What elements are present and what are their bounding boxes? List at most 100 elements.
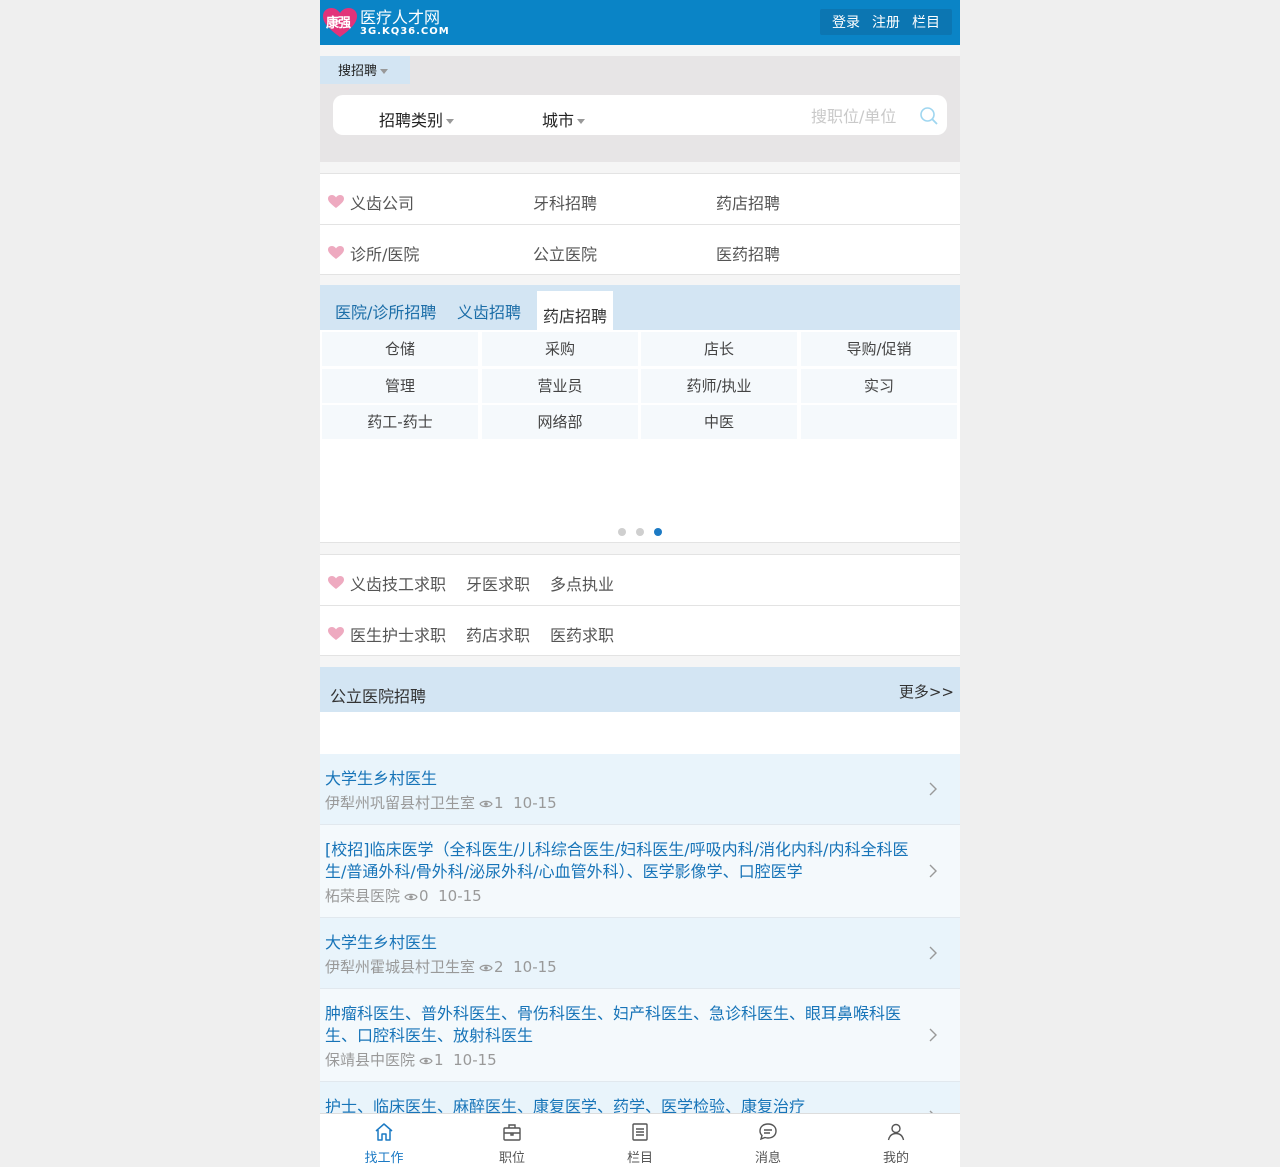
- header-links: 登录 注册 栏目: [820, 9, 952, 35]
- pager-dot[interactable]: [618, 528, 626, 536]
- briefcase-icon: [503, 1124, 521, 1141]
- seek-link[interactable]: 多点执业: [550, 571, 614, 595]
- heart-icon: [328, 625, 344, 644]
- quick-link[interactable]: 药店招聘: [716, 190, 780, 214]
- job-item[interactable]: 大学生乡村医生 伊犁州巩留县村卫生室 1 10-15: [320, 754, 960, 825]
- search-input[interactable]: [811, 105, 911, 127]
- logo-domain: 3G.KQ36.COM: [360, 25, 450, 37]
- heart-icon: [328, 193, 344, 212]
- logo-badge: 康强: [326, 16, 351, 31]
- caret-down-icon: [380, 69, 389, 74]
- category-cell[interactable]: 药工-药士: [322, 405, 478, 439]
- seek-links: 义齿技工求职 牙医求职 多点执业 医生护士求职 药店求职 医药求职: [320, 554, 960, 656]
- quick-link[interactable]: 医药招聘: [716, 241, 780, 265]
- quick-link[interactable]: 义齿公司: [350, 190, 414, 214]
- nav-label: 找工作: [364, 1151, 404, 1166]
- section-header: 公立医院招聘 更多>>: [320, 667, 960, 712]
- tab-pharmacy[interactable]: 药店招聘: [537, 291, 614, 330]
- category-panel: 医院/诊所招聘 义齿招聘 药店招聘 仓储 采购 店长 导购/促销 管理 营业员 …: [320, 285, 960, 543]
- nav-profile[interactable]: 我的: [832, 1114, 960, 1167]
- user-icon: [887, 1123, 905, 1141]
- section-title: 公立医院招聘: [330, 687, 427, 706]
- job-item[interactable]: 大学生乡村医生 伊犁州霍城县村卫生室 2 10-15: [320, 918, 960, 989]
- category-cell[interactable]: 管理: [322, 369, 478, 403]
- job-date: 10-15: [453, 1051, 497, 1069]
- category-cell[interactable]: 网络部: [482, 405, 638, 439]
- pager-dot-active[interactable]: [654, 528, 662, 536]
- pager-dot[interactable]: [636, 528, 644, 536]
- seek-link[interactable]: 牙医求职: [466, 571, 530, 595]
- quick-links-row: 诊所/医院 公立医院 医药招聘: [320, 224, 960, 274]
- search-icon[interactable]: [919, 106, 939, 130]
- category-tabs: 医院/诊所招聘 义齿招聘 药店招聘: [320, 285, 960, 330]
- city-select[interactable]: 城市: [542, 107, 586, 131]
- page: 康强 医疗人才网 3G.KQ36.COM 登录 注册 栏目 搜招聘 招聘类别 城…: [320, 0, 960, 1167]
- register-link[interactable]: 注册: [872, 12, 900, 32]
- category-cell[interactable]: 中医: [641, 405, 797, 439]
- site-logo[interactable]: 康强 医疗人才网 3G.KQ36.COM: [323, 8, 450, 38]
- menu-link[interactable]: 栏目: [912, 12, 940, 32]
- chevron-right-icon: [929, 1028, 937, 1042]
- seek-link[interactable]: 药店求职: [466, 622, 530, 646]
- job-list: 大学生乡村医生 伊犁州巩留县村卫生室 1 10-15 [校招]临床医学（全科医生/…: [320, 754, 960, 1153]
- job-item[interactable]: [校招]临床医学（全科医生/儿科综合医生/妇科医生/呼吸内科/消化内科/内科全科…: [320, 825, 960, 918]
- job-date: 10-15: [513, 794, 557, 812]
- category-cell[interactable]: 药师/执业: [641, 369, 797, 403]
- logo-heart-icon: 康强: [323, 8, 357, 38]
- job-org: 保靖县中医院: [325, 1051, 416, 1069]
- seek-links-row: 医生护士求职 药店求职 医药求职: [320, 605, 960, 655]
- quick-link[interactable]: 公立医院: [533, 241, 597, 265]
- tab-hospital[interactable]: 医院/诊所招聘: [335, 299, 436, 323]
- caret-down-icon: [446, 119, 455, 124]
- quick-links: 义齿公司 牙科招聘 药店招聘 诊所/医院 公立医院 医药招聘: [320, 173, 960, 275]
- category-cell[interactable]: 采购: [482, 332, 638, 366]
- seek-link[interactable]: 医生护士求职: [350, 622, 446, 646]
- job-meta: 伊犁州巩留县村卫生室 1 10-15: [325, 792, 920, 814]
- heart-icon: [328, 244, 344, 263]
- seek-link[interactable]: 医药求职: [550, 622, 614, 646]
- job-views: 2: [494, 958, 504, 976]
- eye-icon: [479, 964, 493, 971]
- job-meta: 柘荣县医院 0 10-15: [325, 885, 920, 907]
- quick-link[interactable]: 诊所/医院: [350, 241, 419, 265]
- category-cell[interactable]: 导购/促销: [801, 332, 957, 366]
- job-org: 伊犁州巩留县村卫生室: [325, 794, 476, 812]
- job-org: 柘荣县医院: [325, 887, 401, 905]
- job-views: 0: [419, 887, 429, 905]
- search-type-label: 搜招聘: [338, 64, 378, 79]
- job-date: 10-15: [513, 958, 557, 976]
- search-type-tab[interactable]: 搜招聘: [320, 56, 410, 84]
- category-label: 招聘类别: [379, 111, 444, 130]
- eye-icon: [419, 1057, 433, 1064]
- job-meta: 保靖县中医院 1 10-15: [325, 1049, 920, 1071]
- bottom-nav: 找工作 职位 栏目 消息 我的: [320, 1113, 960, 1167]
- chevron-right-icon: [929, 782, 937, 796]
- chevron-right-icon: [929, 946, 937, 960]
- seek-link[interactable]: 义齿技工求职: [350, 571, 446, 595]
- chat-bubble-icon: [759, 1123, 777, 1141]
- nav-label: 我的: [882, 1151, 909, 1166]
- logo-title: 医疗人才网: [360, 7, 441, 27]
- seek-links-row: 义齿技工求职 牙医求职 多点执业: [320, 555, 960, 605]
- job-views: 1: [434, 1051, 444, 1069]
- caret-down-icon: [577, 119, 586, 124]
- home-icon: [375, 1123, 393, 1141]
- search-box: 招聘类别 城市: [333, 95, 947, 135]
- nav-find-job[interactable]: 找工作: [320, 1114, 448, 1167]
- more-link[interactable]: 更多>>: [899, 681, 954, 702]
- tab-denture[interactable]: 义齿招聘: [457, 299, 521, 323]
- category-cell[interactable]: 店长: [641, 332, 797, 366]
- nav-columns[interactable]: 栏目: [576, 1114, 704, 1167]
- quick-link[interactable]: 牙科招聘: [533, 190, 597, 214]
- category-cell[interactable]: 实习: [801, 369, 957, 403]
- nav-label: 消息: [754, 1151, 781, 1166]
- city-label: 城市: [542, 111, 575, 130]
- job-item[interactable]: 肿瘤科医生、普外科医生、骨伤科医生、妇产科医生、急诊科医生、眼耳鼻喉科医生、口腔…: [320, 989, 960, 1082]
- category-select[interactable]: 招聘类别: [379, 107, 455, 131]
- eye-icon: [404, 893, 418, 900]
- nav-positions[interactable]: 职位: [448, 1114, 576, 1167]
- login-link[interactable]: 登录: [832, 12, 860, 32]
- category-cell[interactable]: 仓储: [322, 332, 478, 366]
- nav-messages[interactable]: 消息: [704, 1114, 832, 1167]
- category-cell[interactable]: 营业员: [482, 369, 638, 403]
